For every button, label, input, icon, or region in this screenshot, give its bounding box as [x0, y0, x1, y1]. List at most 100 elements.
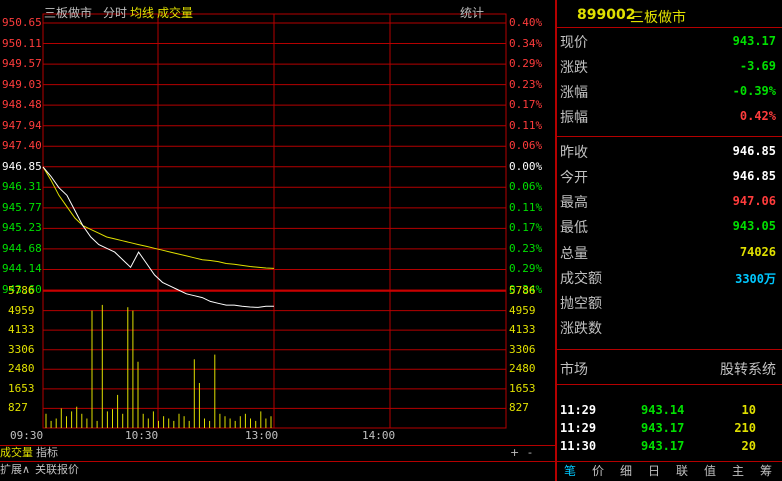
- quote-label: 总量: [560, 246, 588, 262]
- tab-volume-bottom[interactable]: 成交量: [0, 446, 33, 460]
- quote-label: 现价: [560, 35, 588, 51]
- price-tick-label: 947.40: [2, 139, 42, 153]
- volume-tick-label: 5786: [509, 284, 536, 297]
- volume-tick-label: 3306: [8, 342, 35, 356]
- volume-tick-label: 2480: [509, 362, 536, 376]
- divider: [557, 349, 782, 350]
- quote-label: 今开: [560, 170, 588, 186]
- tab-junxian[interactable]: 均线: [130, 4, 154, 21]
- quote-value: 943.17: [732, 34, 776, 48]
- time-tick-label: 13:00: [245, 429, 279, 442]
- quote-label: 抛空额: [560, 296, 602, 312]
- divider: [0, 445, 555, 446]
- quote-label: 成交额: [560, 271, 602, 287]
- grid-lines: [42, 14, 507, 428]
- chart-title: 三板做市: [44, 6, 93, 20]
- tab-related-quote[interactable]: 关联报价: [35, 463, 79, 477]
- time-tick-label: 10:30: [125, 429, 159, 442]
- quote-tab[interactable]: 笔: [558, 462, 582, 481]
- volume-tick-label: 4133: [8, 323, 35, 337]
- quote-tab[interactable]: 筹: [754, 462, 778, 481]
- quote-tab[interactable]: 价: [586, 462, 610, 481]
- percent-tick-label: 0.34%: [509, 36, 543, 50]
- price-tick-label: 950.65: [2, 16, 42, 29]
- quote-tab[interactable]: 主: [726, 462, 750, 481]
- quote-code: 899002: [577, 7, 636, 23]
- trade-volume: 210: [734, 421, 756, 435]
- quote-panel: 899002 三板做市 现价 943.17 涨跌 -3.69 涨幅 -0.39% 振幅 0.4…: [557, 0, 782, 481]
- trade-volume: 20: [741, 439, 756, 453]
- price-tick-label: 945.23: [2, 221, 42, 235]
- percent-tick-label: 0.17%: [509, 98, 543, 112]
- percent-tick-label: 0.29%: [509, 262, 543, 276]
- volume-tick-label: 1653: [509, 381, 536, 395]
- price-tick-label: 946.31: [2, 180, 42, 194]
- time-tick-label: 14:00: [362, 429, 396, 442]
- percent-tick-label: 0.11%: [509, 118, 543, 132]
- volume-tick-label: 4133: [509, 323, 536, 337]
- quote-value: 946.85: [732, 144, 776, 158]
- percent-tick-label: 0.17%: [509, 221, 543, 235]
- divider: [557, 27, 782, 28]
- percent-tick-label: 0.23%: [509, 77, 543, 91]
- percent-tick-label: 0.23%: [509, 241, 543, 255]
- quote-tab[interactable]: 值: [698, 462, 722, 481]
- quote-label: 最低: [560, 220, 588, 236]
- percent-tick-label: 0.40%: [509, 16, 543, 29]
- percent-tick-label: 0.29%: [509, 57, 543, 71]
- quote-value: 947.06: [732, 194, 776, 208]
- volume-tick-label: 4959: [509, 303, 536, 317]
- volume-tick-label: 827: [509, 401, 529, 415]
- market-value: 股转系统: [720, 362, 776, 378]
- percent-tick-label: 0.06%: [509, 139, 543, 153]
- price-tick-label: 946.85: [2, 159, 42, 173]
- zoom-in-button[interactable]: +: [510, 446, 519, 460]
- quote-name: 三板做市: [630, 10, 686, 26]
- volume-tick-label: 4959: [8, 303, 35, 317]
- quote-tab[interactable]: 日: [642, 462, 666, 481]
- price-tick-label: 944.14: [2, 262, 42, 276]
- trade-price: 943.17: [641, 439, 685, 453]
- quote-label: 涨跌: [560, 60, 588, 76]
- volume-tick-label: 827: [8, 401, 28, 415]
- quote-tab[interactable]: 细: [614, 462, 638, 481]
- quote-label: 振幅: [560, 110, 588, 126]
- zoom-out-button[interactable]: -: [528, 446, 532, 460]
- divider: [557, 136, 782, 137]
- trade-price: 943.14: [641, 403, 685, 417]
- price-tick-label: 947.94: [2, 118, 42, 132]
- tab-volume[interactable]: 成交量: [157, 4, 193, 21]
- volume-tick-label: 5786: [8, 284, 35, 297]
- chart-svg[interactable]: [0, 0, 555, 446]
- trade-volume: 10: [741, 403, 756, 417]
- time-tick-label: 09:30: [10, 429, 44, 442]
- stats-button[interactable]: 统计: [460, 4, 484, 21]
- percent-tick-label: 0.11%: [509, 200, 543, 214]
- intraday-chart-panel[interactable]: 三板做市 分时 均线 成交量 统计 950.65 950.11 949.57 949.…: [0, 0, 555, 446]
- price-tick-label: 948.48: [2, 98, 42, 112]
- price-tick-label: 945.77: [2, 200, 42, 214]
- volume-tick-label: 1653: [8, 381, 35, 395]
- quote-value: 943.05: [732, 219, 776, 233]
- tab-expand[interactable]: 扩展∧: [0, 463, 30, 477]
- quote-label: 涨跌数: [560, 321, 602, 337]
- quote-value: 0.42%: [739, 109, 776, 123]
- volume-tick-label: 3306: [509, 342, 536, 356]
- price-tick-label: 949.57: [2, 57, 42, 71]
- percent-tick-label: 0.06%: [509, 180, 543, 194]
- tab-indicator[interactable]: 指标: [36, 446, 58, 460]
- volume-tick-label: 2480: [8, 362, 35, 376]
- quote-value: 3300万: [735, 272, 776, 286]
- divider: [0, 461, 555, 462]
- price-tick-label: 949.03: [2, 77, 42, 91]
- quote-value: 946.85: [732, 169, 776, 183]
- tab-fenshi[interactable]: 分时: [103, 4, 127, 21]
- price-tick-label: 944.68: [2, 241, 42, 255]
- quote-tab[interactable]: 联: [670, 462, 694, 481]
- trade-time: 11:29: [560, 403, 597, 417]
- trade-time: 11:29: [560, 421, 597, 435]
- divider: [557, 384, 782, 385]
- trade-price: 943.17: [641, 421, 685, 435]
- price-tick-label: 950.11: [2, 36, 42, 50]
- quote-label: 昨收: [560, 145, 588, 161]
